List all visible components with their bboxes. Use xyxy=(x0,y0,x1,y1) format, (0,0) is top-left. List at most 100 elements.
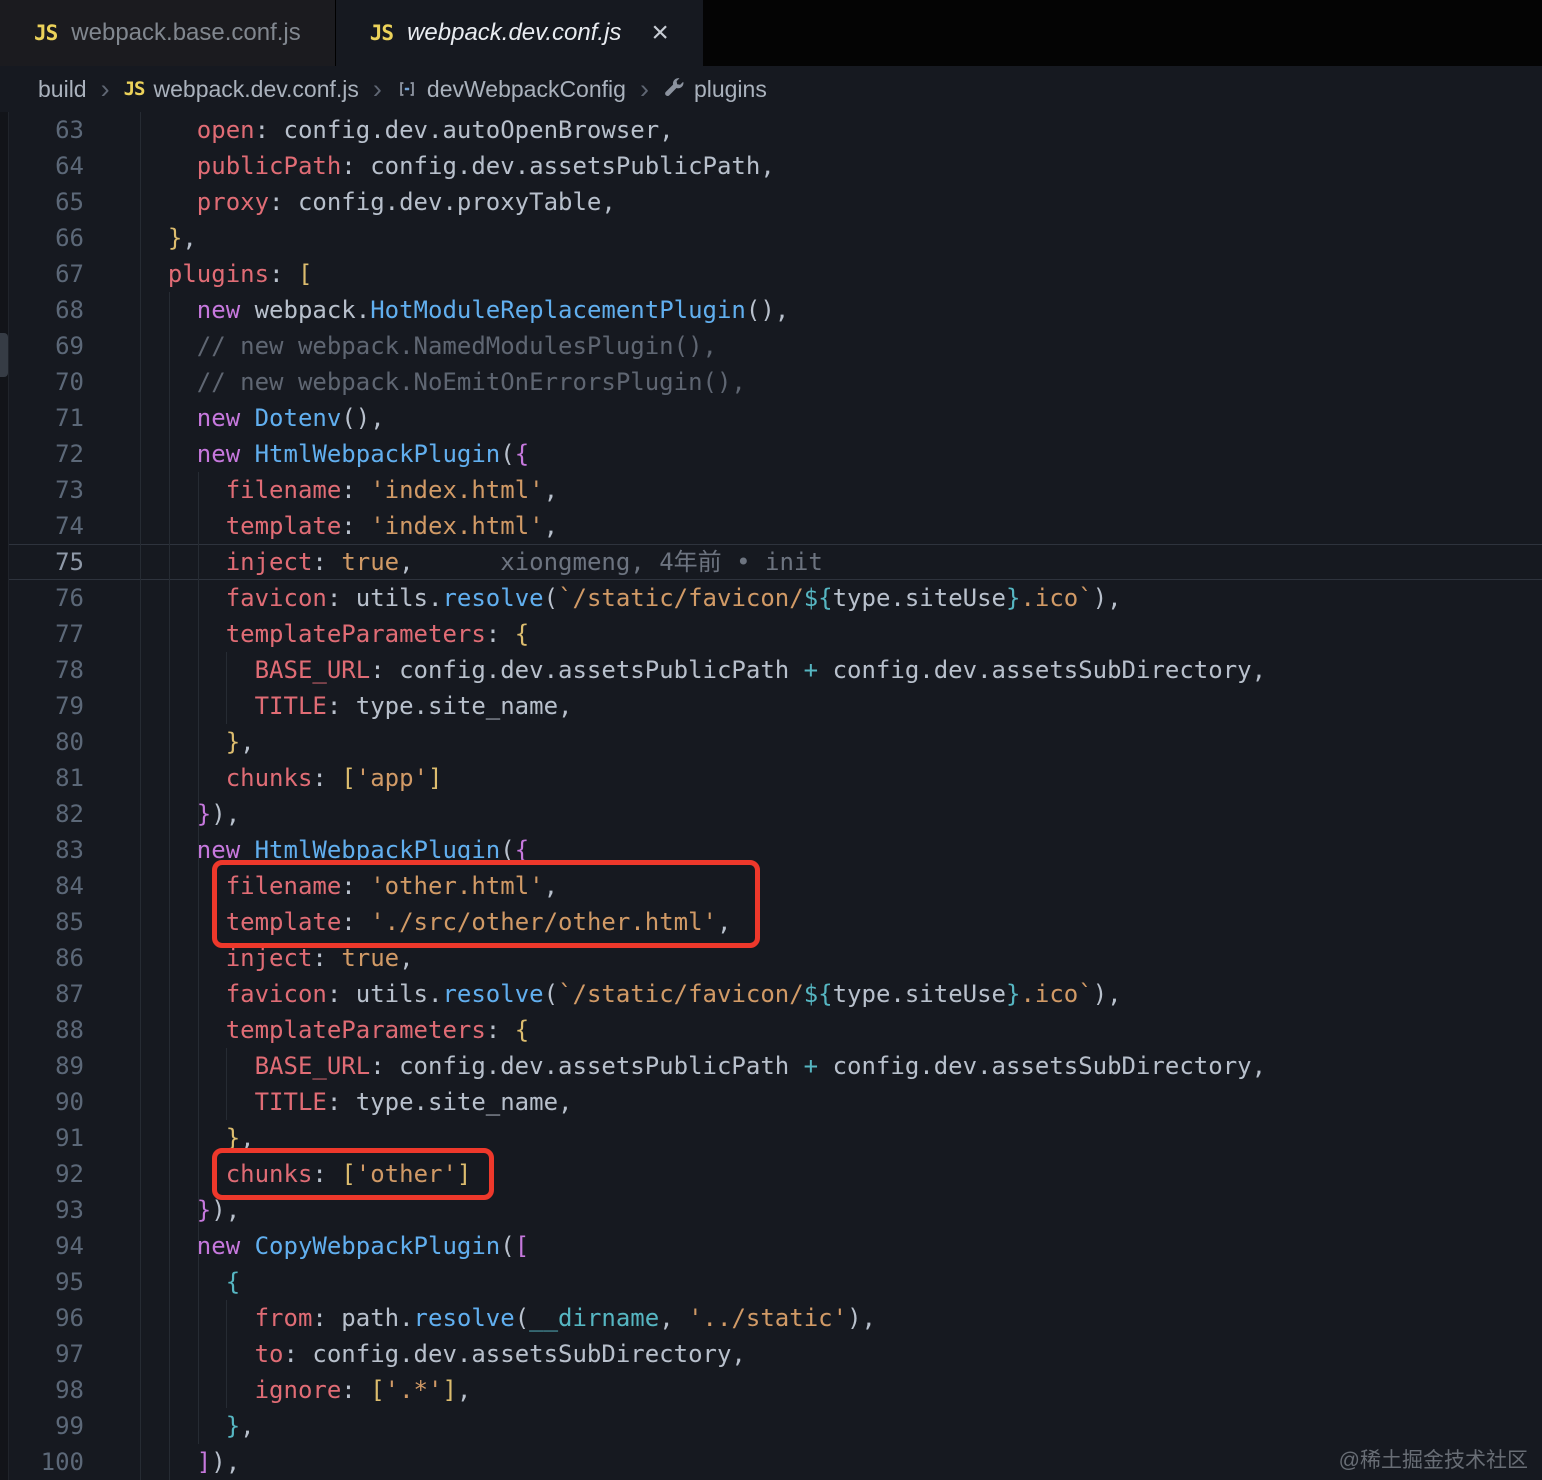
code-line-78[interactable]: 78 BASE_URL: config.dev.assetsPublicPath… xyxy=(0,652,1542,688)
code-line-99[interactable]: 99 }, xyxy=(0,1408,1542,1444)
token-prop: templateParameters xyxy=(225,620,486,648)
line-number: 74 xyxy=(55,512,84,540)
token-fg: , xyxy=(456,1376,472,1404)
token-b1: { xyxy=(514,1016,530,1044)
token-bool: true xyxy=(341,944,400,972)
code-text: ]), xyxy=(139,1448,240,1476)
code-text: plugins: [ xyxy=(139,260,313,288)
token-cm: // new webpack.NoEmitOnErrorsPlugin(), xyxy=(196,368,746,396)
token-fg: : xyxy=(341,512,371,540)
token-str: 'index.html' xyxy=(370,476,544,504)
code-line-72[interactable]: 72 new HtmlWebpackPlugin({ xyxy=(0,436,1542,472)
line-number: 76 xyxy=(55,584,84,612)
code-text: }), xyxy=(139,800,240,828)
breadcrumb-item-build[interactable]: build xyxy=(38,76,87,103)
code-text: proxy: config.dev.proxyTable, xyxy=(139,188,616,216)
code-line-71[interactable]: 71 new Dotenv(), xyxy=(0,400,1542,436)
code-text: new HtmlWebpackPlugin({ xyxy=(139,440,529,468)
token-str: .ico` xyxy=(1020,584,1093,612)
line-number: 70 xyxy=(55,368,84,396)
code-line-81[interactable]: 81 chunks: ['app'] xyxy=(0,760,1542,796)
code-line-80[interactable]: 80 }, xyxy=(0,724,1542,760)
code-text: inject: true, xiongmeng, 4年前 • init xyxy=(139,548,823,576)
token-fg: , xyxy=(240,1412,255,1440)
code-line-93[interactable]: 93 }), xyxy=(0,1192,1542,1228)
breadcrumb-item-devwebpackconfig[interactable]: devWebpackConfig xyxy=(396,76,626,103)
code-line-64[interactable]: 64 publicPath: config.dev.assetsPublicPa… xyxy=(0,148,1542,184)
code-line-82[interactable]: 82 }), xyxy=(0,796,1542,832)
code-line-92[interactable]: 92 chunks: ['other'] xyxy=(0,1156,1542,1192)
token-fg: ( xyxy=(500,440,515,468)
code-line-87[interactable]: 87 favicon: utils.resolve(`/static/favic… xyxy=(0,976,1542,1012)
code-line-77[interactable]: 77 templateParameters: { xyxy=(0,616,1542,652)
token-fg: : xyxy=(341,872,371,900)
code-line-70[interactable]: 70 // new webpack.NoEmitOnErrorsPlugin()… xyxy=(0,364,1542,400)
chevron-right-icon: › xyxy=(639,73,649,104)
token-fn: HtmlWebpackPlugin xyxy=(254,836,501,864)
token-fg: : xyxy=(312,548,342,576)
code-line-84[interactable]: 84 filename: 'other.html', xyxy=(0,868,1542,904)
code-line-86[interactable]: 86 inject: true, xyxy=(0,940,1542,976)
token-fg xyxy=(139,368,197,396)
tab-webpack-base-conf-js[interactable]: JS webpack.base.conf.js xyxy=(0,0,336,66)
code-line-94[interactable]: 94 new CopyWebpackPlugin([ xyxy=(0,1228,1542,1264)
code-line-97[interactable]: 97 to: config.dev.assetsSubDirectory, xyxy=(0,1336,1542,1372)
code-line-65[interactable]: 65 proxy: config.dev.proxyTable, xyxy=(0,184,1542,220)
line-number: 82 xyxy=(55,800,84,828)
token-fg: : xyxy=(312,1160,342,1188)
breadcrumb-label: webpack.dev.conf.js xyxy=(153,75,359,102)
code-line-91[interactable]: 91 }, xyxy=(0,1120,1542,1156)
close-icon[interactable]: × xyxy=(651,18,669,48)
code-line-88[interactable]: 88 templateParameters: { xyxy=(0,1012,1542,1048)
token-fg: : xyxy=(341,1376,371,1404)
code-editor[interactable]: 63 open: config.dev.autoOpenBrowser, 64 p… xyxy=(0,112,1542,1480)
code-line-85[interactable]: 85 template: './src/other/other.html', xyxy=(0,904,1542,940)
code-line-66[interactable]: 66 }, xyxy=(0,220,1542,256)
token-prop: BASE_URL xyxy=(254,656,371,684)
line-number: 92 xyxy=(55,1160,84,1188)
breadcrumb-item-file[interactable]: JS webpack.dev.conf.js xyxy=(124,76,359,103)
token-fg xyxy=(139,764,226,792)
token-kw: new xyxy=(196,836,241,864)
code-line-69[interactable]: 69 // new webpack.NamedModulesPlugin(), xyxy=(0,328,1542,364)
token-prop: plugins xyxy=(167,260,270,288)
code-line-63[interactable]: 63 open: config.dev.autoOpenBrowser, xyxy=(0,112,1542,148)
code-text: filename: 'other.html', xyxy=(139,872,558,900)
token-fg: config.dev.assetsSubDirectory, xyxy=(818,656,1267,684)
token-fg xyxy=(139,1124,226,1152)
code-text: to: config.dev.assetsSubDirectory, xyxy=(139,1340,746,1368)
code-line-100[interactable]: 100 ]), xyxy=(0,1444,1542,1480)
token-fg xyxy=(139,440,197,468)
code-line-95[interactable]: 95 { xyxy=(0,1264,1542,1300)
code-line-96[interactable]: 96 from: path.resolve(__dirname, '../sta… xyxy=(0,1300,1542,1336)
token-kw: new xyxy=(196,1232,241,1260)
js-file-icon: JS xyxy=(369,21,394,45)
token-b1: { xyxy=(514,620,530,648)
breadcrumb-item-plugins[interactable]: plugins xyxy=(663,76,767,103)
token-fg xyxy=(139,1088,255,1116)
code-line-76[interactable]: 76 favicon: utils.resolve(`/static/favic… xyxy=(0,580,1542,616)
code-line-89[interactable]: 89 BASE_URL: config.dev.assetsPublicPath… xyxy=(0,1048,1542,1084)
line-number: 67 xyxy=(55,260,84,288)
code-text: { xyxy=(139,1268,240,1296)
line-number: 93 xyxy=(55,1196,84,1224)
token-fg: type.siteUse xyxy=(832,980,1006,1008)
token-prop: publicPath xyxy=(196,152,342,180)
code-line-73[interactable]: 73 filename: 'index.html', xyxy=(0,472,1542,508)
code-line-67[interactable]: 67 plugins: [ xyxy=(0,256,1542,292)
tab-webpack-dev-conf-js[interactable]: JS webpack.dev.conf.js × xyxy=(335,0,703,66)
code-line-83[interactable]: 83 new HtmlWebpackPlugin({ xyxy=(0,832,1542,868)
token-fg: : path. xyxy=(312,1304,414,1332)
code-text: }, xyxy=(139,1412,255,1440)
code-text: TITLE: type.site_name, xyxy=(139,692,573,720)
token-fg: : xyxy=(269,260,298,288)
code-line-98[interactable]: 98 ignore: ['.*'], xyxy=(0,1372,1542,1408)
code-line-79[interactable]: 79 TITLE: type.site_name, xyxy=(0,688,1542,724)
code-line-75[interactable]: 75 inject: true, xiongmeng, 4年前 • init xyxy=(0,544,1542,580)
code-line-68[interactable]: 68 new webpack.HotModuleReplacementPlugi… xyxy=(0,292,1542,328)
code-line-74[interactable]: 74 template: 'index.html', xyxy=(0,508,1542,544)
token-fn: resolve xyxy=(413,1304,515,1332)
code-line-90[interactable]: 90 TITLE: type.site_name, xyxy=(0,1084,1542,1120)
token-fg xyxy=(139,1412,226,1440)
token-fg xyxy=(139,1340,255,1368)
